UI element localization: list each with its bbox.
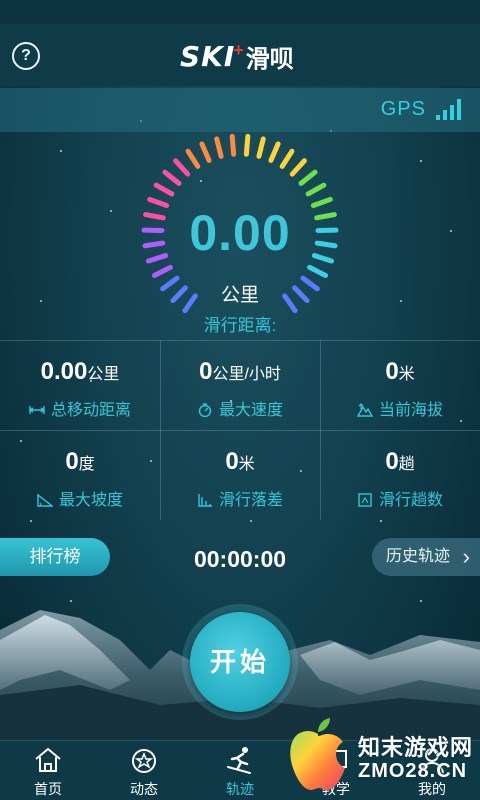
stat-value: 0 — [65, 448, 79, 475]
tab-feed[interactable]: 动态 — [96, 741, 192, 800]
logo-ski-text: SKI — [180, 39, 236, 73]
start-button[interactable]: 开始 — [190, 612, 290, 712]
star — [110, 210, 112, 212]
star — [400, 300, 402, 302]
watermark-text-2: ZMO28.CN — [358, 760, 468, 782]
stat-label: 滑行趟数 — [378, 492, 443, 509]
gauge-tick — [185, 148, 201, 169]
history-track-button[interactable]: 历史轨迹 › — [372, 538, 480, 576]
gauge-tick — [229, 133, 237, 157]
stat-label: 总移动距离 — [50, 402, 131, 419]
stat-altitude: 0米 当前海拔 — [320, 340, 480, 430]
gauge-tick — [162, 169, 182, 186]
star — [250, 520, 252, 522]
gauge-tick — [256, 136, 266, 159]
tab-label: 轨迹 — [226, 781, 254, 797]
status-bar — [0, 0, 480, 24]
gauge-caption: 滑行距离: — [203, 316, 277, 335]
tab-track[interactable]: 轨迹 — [192, 741, 288, 800]
gauge-tick — [153, 182, 175, 197]
gauge-tick — [199, 141, 212, 163]
stat-max-slope: 0度 最大坡度 — [0, 430, 160, 520]
chevron-right-icon: › — [462, 544, 470, 569]
stat-value: 0.00 — [40, 358, 88, 385]
gauge-tick — [298, 169, 318, 186]
gauge-tick — [289, 158, 307, 177]
stat-vertical-drop: 0米 滑行落差 — [160, 430, 320, 520]
stat-total-distance: 0.00公里 总移动距离 — [0, 340, 160, 430]
speed-icon — [198, 403, 212, 417]
stat-unit: 米 — [398, 366, 415, 383]
stat-value: 0 — [385, 358, 399, 385]
gauge-tick — [243, 133, 251, 157]
gps-signal-icon — [436, 98, 466, 120]
logo-plus: + — [233, 39, 244, 60]
star — [450, 230, 452, 232]
star — [40, 300, 42, 302]
history-label: 历史轨迹 — [386, 548, 451, 565]
watermark: 知末游戏网 ZMO28.CN — [280, 708, 480, 800]
watermark-apple-logo — [290, 718, 345, 790]
logo-cn-text: 滑呗 — [245, 45, 294, 73]
feed-icon — [132, 749, 156, 773]
gauge-unit: 公里 — [220, 285, 259, 306]
stat-unit: 米 — [238, 456, 255, 473]
gauge-tick — [307, 264, 329, 278]
gauge-tick — [305, 182, 327, 197]
stat-value: 0 — [385, 448, 399, 475]
stat-value: 0 — [199, 358, 213, 385]
header: ? SKI + 滑呗 — [0, 24, 480, 86]
stat-unit: 度 — [78, 456, 95, 473]
tab-home[interactable]: 首页 — [0, 741, 96, 800]
drop-icon — [198, 494, 212, 507]
stat-value: 0 — [225, 448, 239, 475]
watermark-text-1: 知末游戏网 — [358, 735, 474, 760]
gps-label: GPS — [380, 98, 426, 120]
star — [380, 520, 382, 522]
home-icon — [35, 747, 61, 772]
stat-unit: 公里/小时 — [212, 366, 281, 383]
star — [60, 150, 62, 152]
gauge-tick — [151, 264, 173, 278]
distance-icon — [28, 406, 45, 414]
altitude-icon — [356, 403, 373, 417]
stat-label: 最大速度 — [218, 402, 283, 419]
gauge-tick — [214, 136, 224, 159]
gauge-tick — [268, 141, 281, 163]
stat-label: 当前海拔 — [378, 402, 443, 419]
slope-icon — [37, 493, 53, 507]
help-button[interactable]: ? — [12, 42, 40, 70]
stat-max-speed: 0公里/小时 最大速度 — [160, 340, 320, 430]
runs-icon — [358, 493, 372, 507]
gps-bar: GPS — [0, 88, 480, 132]
stat-unit: 趟 — [398, 456, 415, 473]
gauge-tick — [173, 158, 191, 177]
stat-label: 最大坡度 — [58, 492, 123, 509]
stat-label: 滑行落差 — [218, 492, 283, 509]
app-logo: SKI + 滑呗 — [180, 38, 294, 74]
stat-run-count: 0趟 滑行趟数 — [320, 430, 480, 520]
tab-label: 动态 — [130, 781, 158, 797]
gauge-value: 0.00 — [189, 205, 291, 261]
leaderboard-button[interactable]: 排行榜 — [0, 538, 110, 576]
gauge-tick — [279, 148, 295, 169]
tab-label: 首页 — [34, 781, 62, 797]
skier-icon — [227, 747, 251, 774]
stats-grid: 0.00公里 总移动距离 0公里/小时 最大速度 0米 当前海拔 0度 最大坡度… — [0, 340, 480, 520]
star — [30, 520, 32, 522]
timer: 00:00:00 — [193, 546, 287, 572]
star — [420, 160, 422, 162]
stat-unit: 公里 — [87, 366, 120, 383]
